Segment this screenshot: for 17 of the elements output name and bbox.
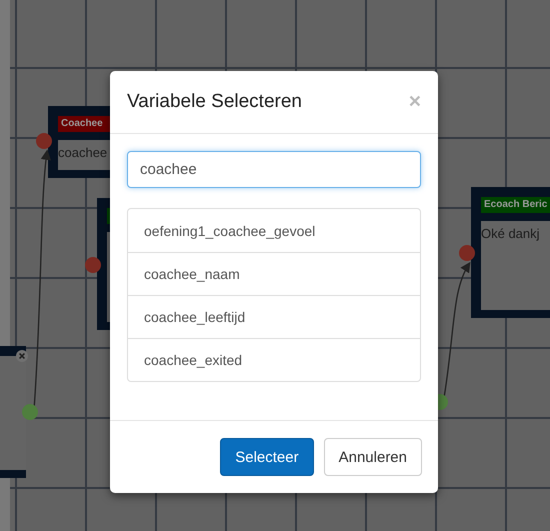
- port-dot[interactable]: [459, 245, 475, 261]
- list-item[interactable]: oefening1_coachee_gevoel: [128, 209, 420, 252]
- cancel-button[interactable]: Annuleren: [324, 438, 422, 476]
- list-item[interactable]: coachee_leeftijd: [128, 295, 420, 338]
- port-dot[interactable]: [36, 133, 52, 149]
- select-button[interactable]: Selecteer: [220, 438, 314, 476]
- node-text: coachee: [58, 145, 108, 160]
- node-header: Coachee: [58, 116, 112, 132]
- search-field[interactable]: coachee: [127, 151, 421, 188]
- dialog-title: Variabele Selecteren: [127, 91, 302, 113]
- port-dot[interactable]: [85, 257, 101, 273]
- node-text: Oké dankj: [481, 226, 540, 241]
- close-icon[interactable]: [16, 350, 28, 362]
- list-item[interactable]: coachee_exited: [128, 338, 420, 381]
- node-header: Ecoach Beric: [481, 197, 550, 213]
- list-item[interactable]: coachee_naam: [128, 252, 420, 295]
- port-dot[interactable]: [22, 404, 38, 420]
